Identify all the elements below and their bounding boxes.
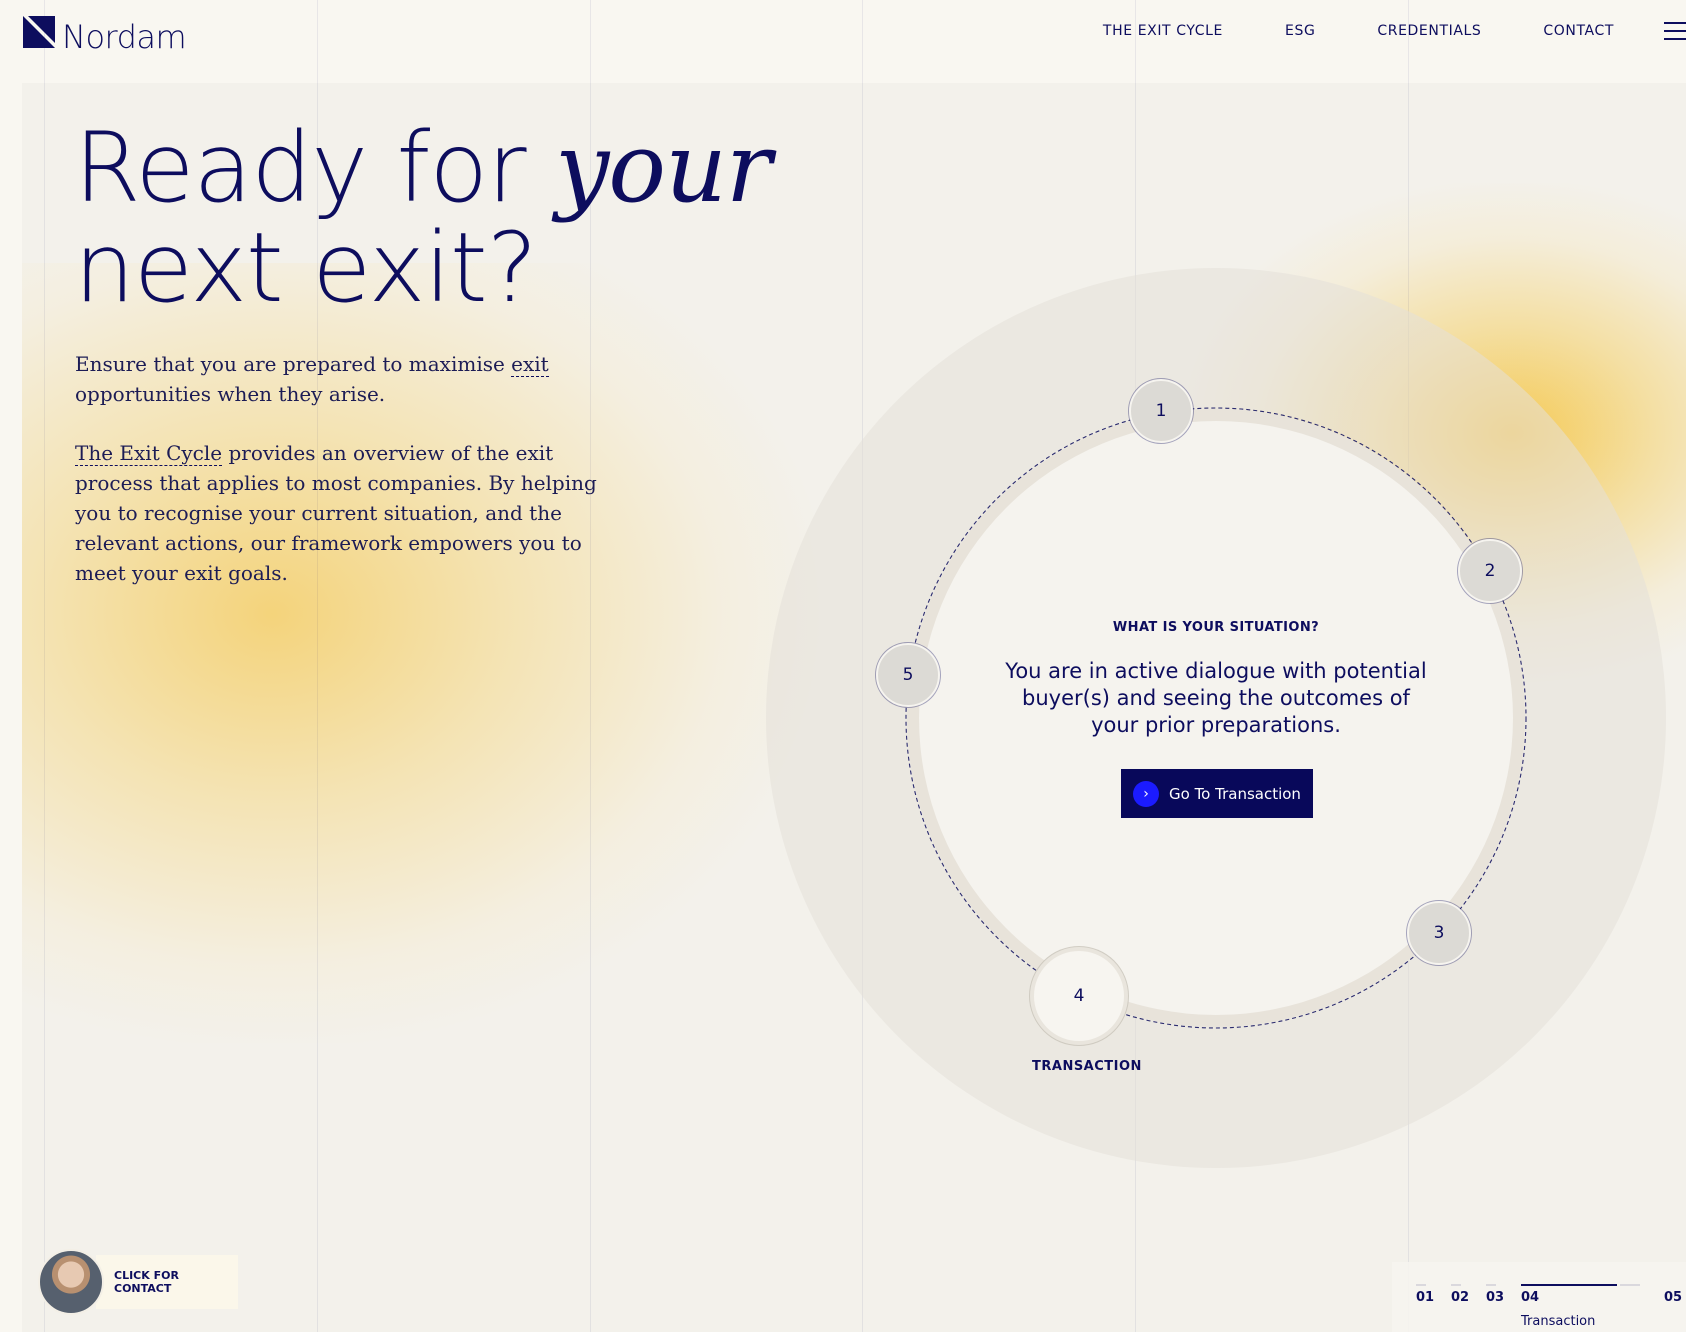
main-nav: THE EXIT CYCLE ESG CREDENTIALS CONTACT xyxy=(1103,23,1614,39)
node-number: 3 xyxy=(1433,923,1445,943)
situation-text: You are in active dialogue with potentia… xyxy=(1005,659,1427,737)
hero-intro-paragraph: Ensure that you are prepared to maximise… xyxy=(75,349,575,409)
step-bar-02 xyxy=(1451,1284,1461,1286)
step-04-label: Transaction xyxy=(1521,1314,1596,1329)
situation-eyebrow: WHAT IS YOUR SITUATION? xyxy=(1112,620,1320,635)
intro-text-end: opportunities when they arise. xyxy=(75,382,386,406)
intro-text: Ensure that you are prepared to maximise xyxy=(75,352,512,376)
step-05[interactable]: 05 xyxy=(1664,1290,1682,1305)
cycle-node-1[interactable]: 1 xyxy=(1129,379,1193,443)
go-to-transaction-button[interactable]: › Go To Transaction xyxy=(1121,769,1313,818)
logo-wordmark: Nordam xyxy=(62,18,187,49)
logo[interactable]: Nordam xyxy=(22,15,186,49)
step-01[interactable]: 01 xyxy=(1416,1290,1434,1305)
cta-label: Go To Transaction xyxy=(1169,784,1301,803)
hero-title-line2: next exit? xyxy=(74,212,538,324)
exit-tooltip-link[interactable]: exit xyxy=(511,352,549,377)
step-bar-04-track xyxy=(1620,1284,1640,1286)
cycle-node-2[interactable]: 2 xyxy=(1458,539,1522,603)
exit-cycle-tooltip-link[interactable]: The Exit Cycle xyxy=(75,441,223,466)
nordam-logo-icon xyxy=(23,16,55,48)
step-bar-04-active xyxy=(1521,1284,1617,1286)
nav-esg[interactable]: ESG xyxy=(1285,23,1315,39)
step-bar-01 xyxy=(1416,1284,1426,1286)
nav-the-exit-cycle[interactable]: THE EXIT CYCLE xyxy=(1103,23,1223,39)
chevron-right-icon: › xyxy=(1133,780,1159,807)
hamburger-menu-icon[interactable] xyxy=(1664,22,1686,42)
hero-title: Ready for your next exit? xyxy=(74,118,772,318)
node-number: 1 xyxy=(1155,401,1167,421)
step-03[interactable]: 03 xyxy=(1486,1290,1504,1305)
site-header: Nordam THE EXIT CYCLE ESG CREDENTIALS CO… xyxy=(0,0,1686,80)
contact-chip[interactable]: CLICK FOR CONTACT xyxy=(38,1249,238,1315)
step-04-active[interactable]: 04 xyxy=(1521,1290,1539,1305)
exit-cycle-diagram: 1 2 3 4 TRANSACTION 5 WHAT IS YOUR SITUA… xyxy=(766,268,1666,1168)
active-node-label: TRANSACTION xyxy=(1032,1059,1142,1074)
step-02[interactable]: 02 xyxy=(1451,1290,1469,1305)
node-number: 4 xyxy=(1073,986,1085,1006)
avatar xyxy=(38,1249,104,1315)
cycle-node-4-active[interactable]: 4 xyxy=(1030,947,1128,1045)
hero-title-italic: your xyxy=(555,112,772,224)
node-number: 5 xyxy=(902,665,914,685)
node-number: 2 xyxy=(1484,561,1496,581)
cycle-node-5[interactable]: 5 xyxy=(876,643,940,707)
contact-chip-label: CLICK FOR CONTACT xyxy=(96,1255,238,1309)
nav-credentials[interactable]: CREDENTIALS xyxy=(1377,23,1481,39)
hero-title-line1: Ready for xyxy=(74,112,556,224)
step-navigator: 01 02 03 04 Transaction 05 xyxy=(1392,1262,1686,1332)
nav-contact[interactable]: CONTACT xyxy=(1543,23,1614,39)
step-bar-03 xyxy=(1486,1284,1496,1286)
hero-description-paragraph: The Exit Cycle provides an overview of t… xyxy=(75,438,615,588)
cycle-node-3[interactable]: 3 xyxy=(1407,901,1471,965)
